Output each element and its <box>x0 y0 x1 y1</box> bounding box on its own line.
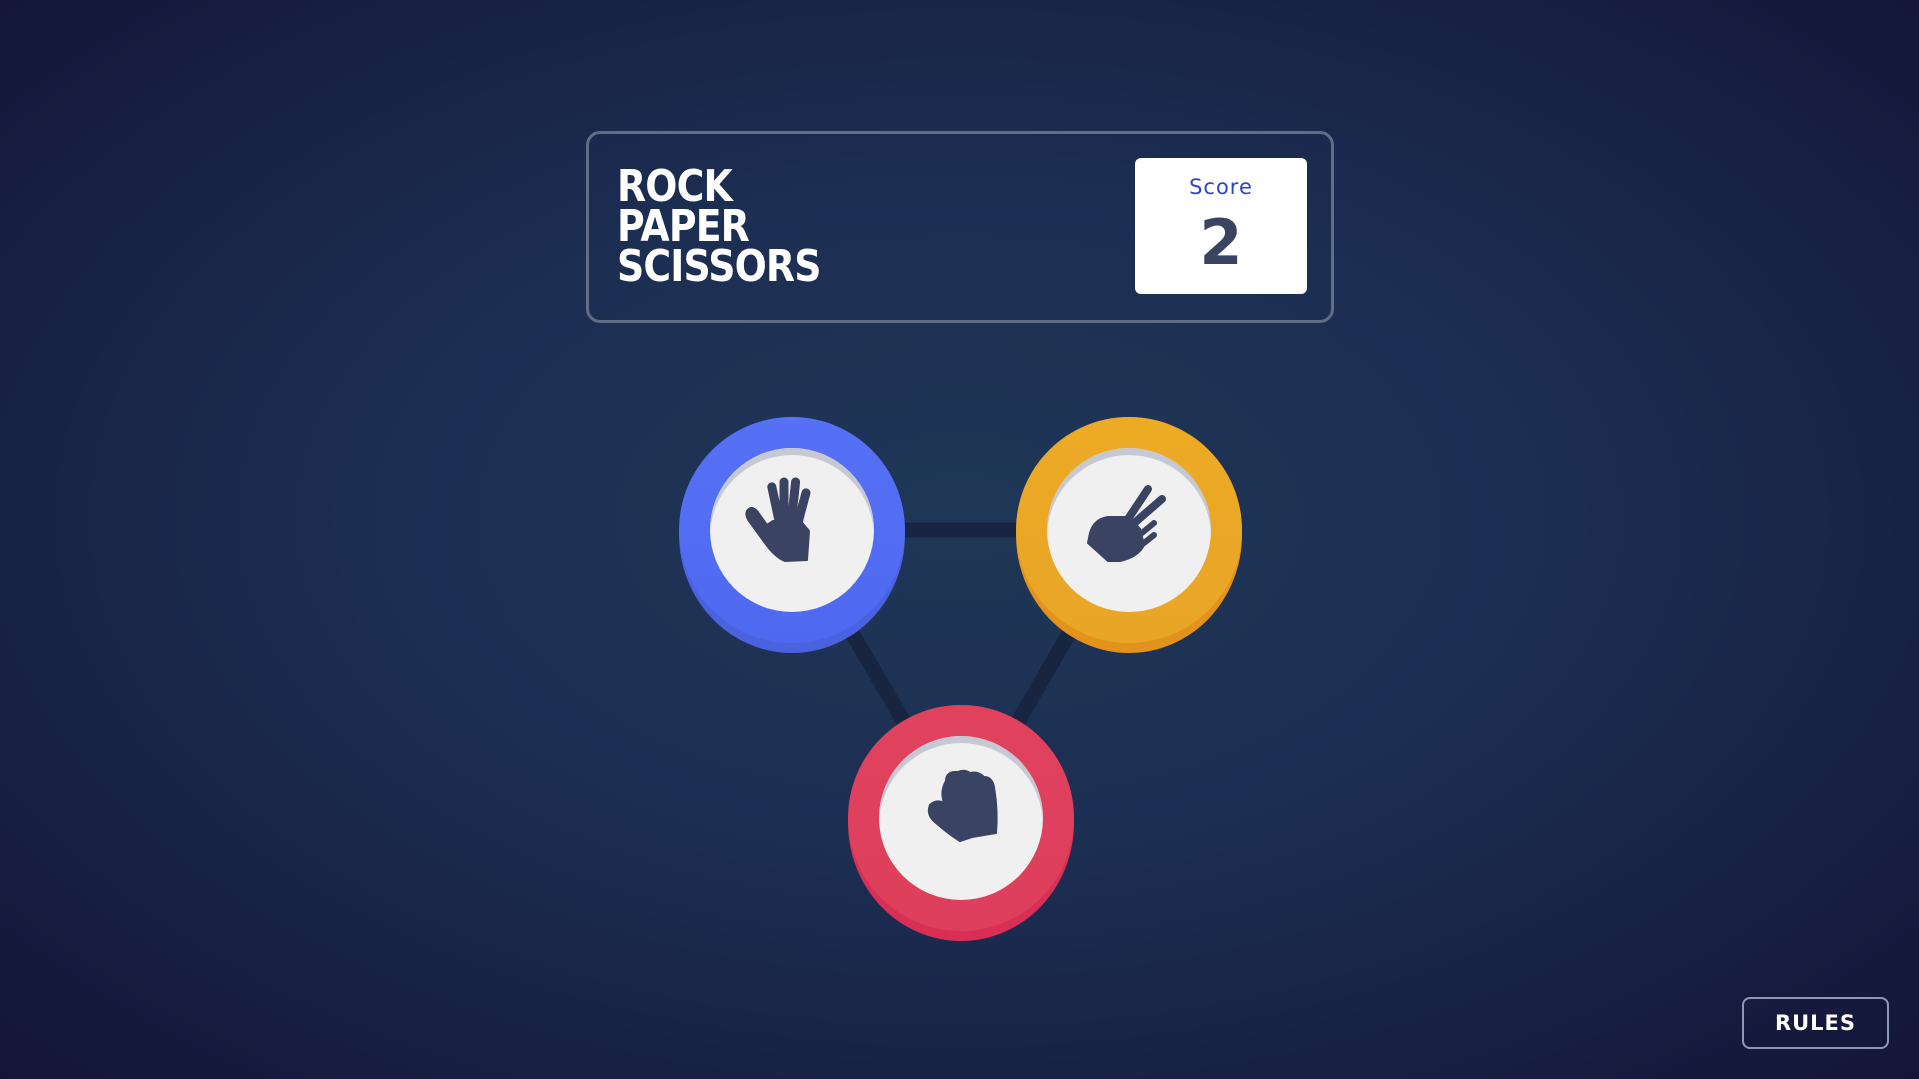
choice-rock-button[interactable] <box>848 705 1074 941</box>
paper-ring <box>679 417 905 643</box>
paper-inner-circle <box>710 448 874 612</box>
hand-rock-icon <box>927 769 998 842</box>
choice-scissors-button[interactable] <box>1016 417 1242 653</box>
hand-scissors-icon <box>1087 485 1166 562</box>
rock-ring <box>848 705 1074 931</box>
choice-paper-button[interactable] <box>679 417 905 653</box>
scissors-inner-circle <box>1047 448 1211 612</box>
hand-paper-icon <box>745 477 811 562</box>
rules-button[interactable]: RULES <box>1742 997 1889 1049</box>
rock-inner-circle <box>879 736 1043 900</box>
scissors-ring <box>1016 417 1242 643</box>
